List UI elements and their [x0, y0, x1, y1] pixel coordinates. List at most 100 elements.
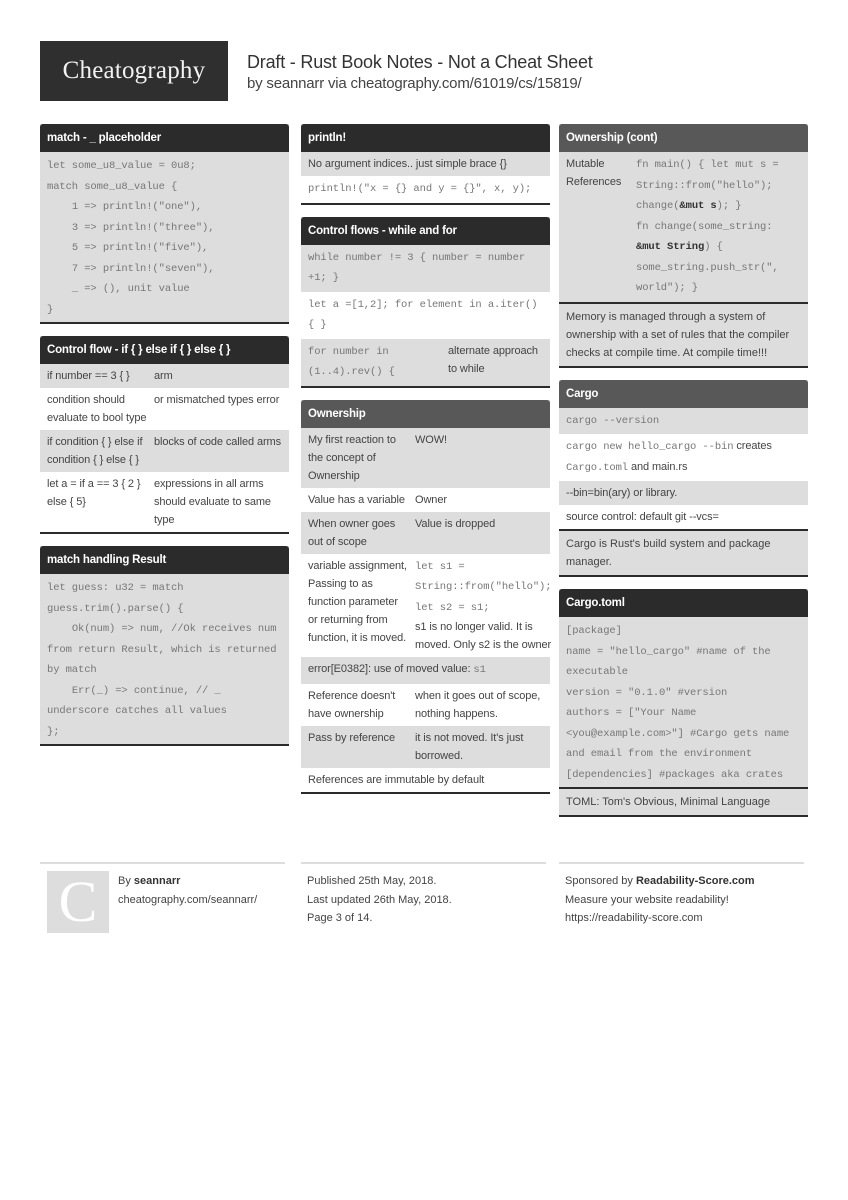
- section-cargo-toml: Cargo.toml [package] name = "hello_cargo…: [559, 589, 808, 817]
- sponsor-info: Sponsored by Readability-Score.com Measu…: [565, 872, 755, 928]
- row-key: if number == 3 { }: [47, 370, 130, 382]
- row-text: --bin=bin(ary) or library.: [566, 487, 678, 499]
- published-date: Published 25th May, 2018.: [307, 875, 437, 887]
- section-note: Memory is managed through a system of ow…: [559, 301, 808, 366]
- section-title: Ownership (cont): [559, 124, 808, 152]
- updated-date: Last updated 26th May, 2018.: [307, 893, 452, 906]
- publish-info: Published 25th May, 2018. Last updated 2…: [307, 872, 452, 928]
- sponsor-line: Sponsored by Readability-Score.com: [565, 872, 755, 891]
- cheatography-logo[interactable]: Cheatography: [40, 41, 228, 101]
- author-url[interactable]: cheatography.com/seannarr/: [118, 891, 257, 910]
- sponsor-name[interactable]: Readability-Score.com: [636, 875, 755, 887]
- sponsor-url[interactable]: https://readability-score.com: [565, 909, 755, 928]
- section-title: match handling Result: [40, 546, 289, 574]
- code-block: let some_u8_value = 0u8; match some_u8_v…: [40, 152, 289, 322]
- row-value: Owner: [415, 493, 447, 506]
- row-key: Mutable References: [566, 158, 622, 188]
- author-avatar[interactable]: C: [47, 871, 109, 933]
- section-title: match - _ placeholder: [40, 124, 289, 152]
- row-text: References are immutable by default: [308, 773, 485, 786]
- table-row: Value has a variable Owner: [301, 487, 550, 512]
- section-title: Cargo.toml: [559, 589, 808, 617]
- code-text: let guess: u32 = match guess.trim().pars…: [47, 582, 277, 738]
- section-title: Cargo: [559, 379, 808, 408]
- row-text: s1 is no longer valid. It is moved. Only…: [415, 621, 552, 651]
- author-info: By seannarr cheatography.com/seannarr/: [118, 872, 257, 909]
- code-text: fn main() { let mut s = String::from("he…: [636, 155, 801, 299]
- row-value: expressions in all arms should evaluate …: [154, 478, 271, 526]
- row-value: alternate approach to while: [448, 344, 538, 375]
- table-row: error[E0382]: use of moved value: s1: [301, 657, 550, 684]
- author-line: By seannarr: [118, 872, 257, 891]
- code-text: for number in (1..4).rev() {: [308, 345, 395, 379]
- section-title: Control flows - while and for: [301, 216, 550, 245]
- row-text: source control: default git --vcs=: [566, 511, 719, 523]
- table-row: References are immutable by default: [301, 767, 550, 792]
- code-text: cargo new hello_cargo --bin: [566, 441, 734, 453]
- table-row: source control: default git --vcs=: [559, 505, 808, 529]
- author-name[interactable]: seannarr: [134, 875, 180, 887]
- row-value: Value is dropped: [415, 517, 496, 530]
- row-text: error[E0382]: use of moved value: s1: [308, 660, 543, 681]
- table-row: if number == 3 { } arm: [40, 364, 289, 388]
- code-text: s1: [473, 664, 486, 676]
- page-subtitle[interactable]: by seannarr via cheatography.com/61019/c…: [247, 75, 582, 92]
- code-text: println!("x = {} and y = {}", x, y);: [308, 183, 532, 195]
- table-row: When owner goes out of scope Value is dr…: [301, 511, 550, 554]
- section-control-flows-while: Control flows - while and for while numb…: [301, 216, 550, 388]
- table-row: while number != 3 { number = number +1; …: [301, 244, 550, 292]
- code-text: let s1 = String::from("hello"); let s2 =…: [415, 560, 558, 614]
- section-note: Cargo is Rust's build system and package…: [559, 529, 808, 575]
- row-text-part: and main.rs: [628, 460, 688, 473]
- row-key: let a = if a == 3 { 2 } else { 5}: [47, 478, 141, 508]
- table-row: Mutable References fn main() { let mut s…: [559, 152, 808, 302]
- code-block: [package] name = "hello_cargo" #name of …: [559, 617, 808, 787]
- row-value: let s1 = String::from("hello"); let s2 =…: [415, 557, 558, 655]
- row-key: When owner goes out of scope: [308, 517, 396, 548]
- table-row: cargo new hello_cargo --bin creates Carg…: [559, 434, 808, 481]
- section-ownership-cont: Ownership (cont) Mutable References fn m…: [559, 124, 808, 368]
- section-match-placeholder: match - _ placeholder let some_u8_value …: [40, 124, 289, 324]
- column-1: match - _ placeholder let some_u8_value …: [40, 124, 289, 758]
- row-value: arm: [154, 370, 173, 382]
- by-label: By: [118, 875, 134, 887]
- table-row: No argument indices.. just simple brace …: [301, 152, 550, 176]
- table-row: --bin=bin(ary) or library.: [559, 481, 808, 505]
- row-value: it is not moved. It's just borrowed.: [415, 731, 524, 762]
- footer-divider: [40, 862, 285, 864]
- code-text: while number != 3 { number = number +1; …: [308, 251, 532, 285]
- section-cargo: Cargo cargo --version cargo new hello_ca…: [559, 379, 808, 577]
- sponsored-label: Sponsored by: [565, 875, 636, 887]
- row-key: My first reaction to the concept of Owne…: [308, 433, 396, 482]
- table-row: println!("x = {} and y = {}", x, y);: [301, 176, 550, 203]
- table-row: cargo --version: [559, 407, 808, 434]
- table-row: if condition { } else if condition { } e…: [40, 430, 289, 472]
- table-row: let a = if a == 3 { 2 } else { 5} expres…: [40, 472, 289, 532]
- table-row: condition should evaluate to bool type o…: [40, 388, 289, 430]
- row-key: Value has a variable: [308, 493, 405, 506]
- row-key: Reference doesn't have ownership: [308, 689, 396, 720]
- table-row: let a =[1,2]; for element in a.iter() { …: [301, 291, 550, 339]
- row-value: WOW!: [415, 433, 447, 446]
- table-row: Pass by reference it is not moved. It's …: [301, 725, 550, 768]
- column-2: println! No argument indices.. just simp…: [301, 124, 558, 806]
- page-title: Draft - Rust Book Notes - Not a Cheat Sh…: [247, 52, 593, 72]
- row-value: blocks of code called arms: [154, 436, 282, 448]
- table-row: My first reaction to the concept of Owne…: [301, 427, 550, 488]
- section-title: println!: [301, 124, 550, 152]
- column-3: Ownership (cont) Mutable References fn m…: [559, 124, 808, 829]
- row-key: condition should evaluate to bool type: [47, 394, 147, 424]
- section-match-result: match handling Result let guess: u32 = m…: [40, 546, 289, 746]
- section-control-flow-if: Control flow - if { } else if { } else {…: [40, 336, 289, 534]
- code-text: let a =[1,2]; for element in a.iter() { …: [308, 298, 544, 332]
- footer-divider: [559, 862, 804, 864]
- section-title: Control flow - if { } else if { } else {…: [40, 336, 289, 364]
- section-println: println! No argument indices.. just simp…: [301, 124, 550, 205]
- code-text: let some_u8_value = 0u8; match some_u8_v…: [47, 160, 215, 316]
- error-text: error[E0382]: use of moved value:: [308, 663, 474, 675]
- table-row: variable assignment, Passing to as funct…: [301, 553, 558, 657]
- footer-divider: [301, 862, 546, 864]
- page-number: Page 3 of 14.: [307, 912, 373, 924]
- row-text-part: creates: [733, 440, 772, 452]
- code-text: cargo --version: [566, 414, 660, 427]
